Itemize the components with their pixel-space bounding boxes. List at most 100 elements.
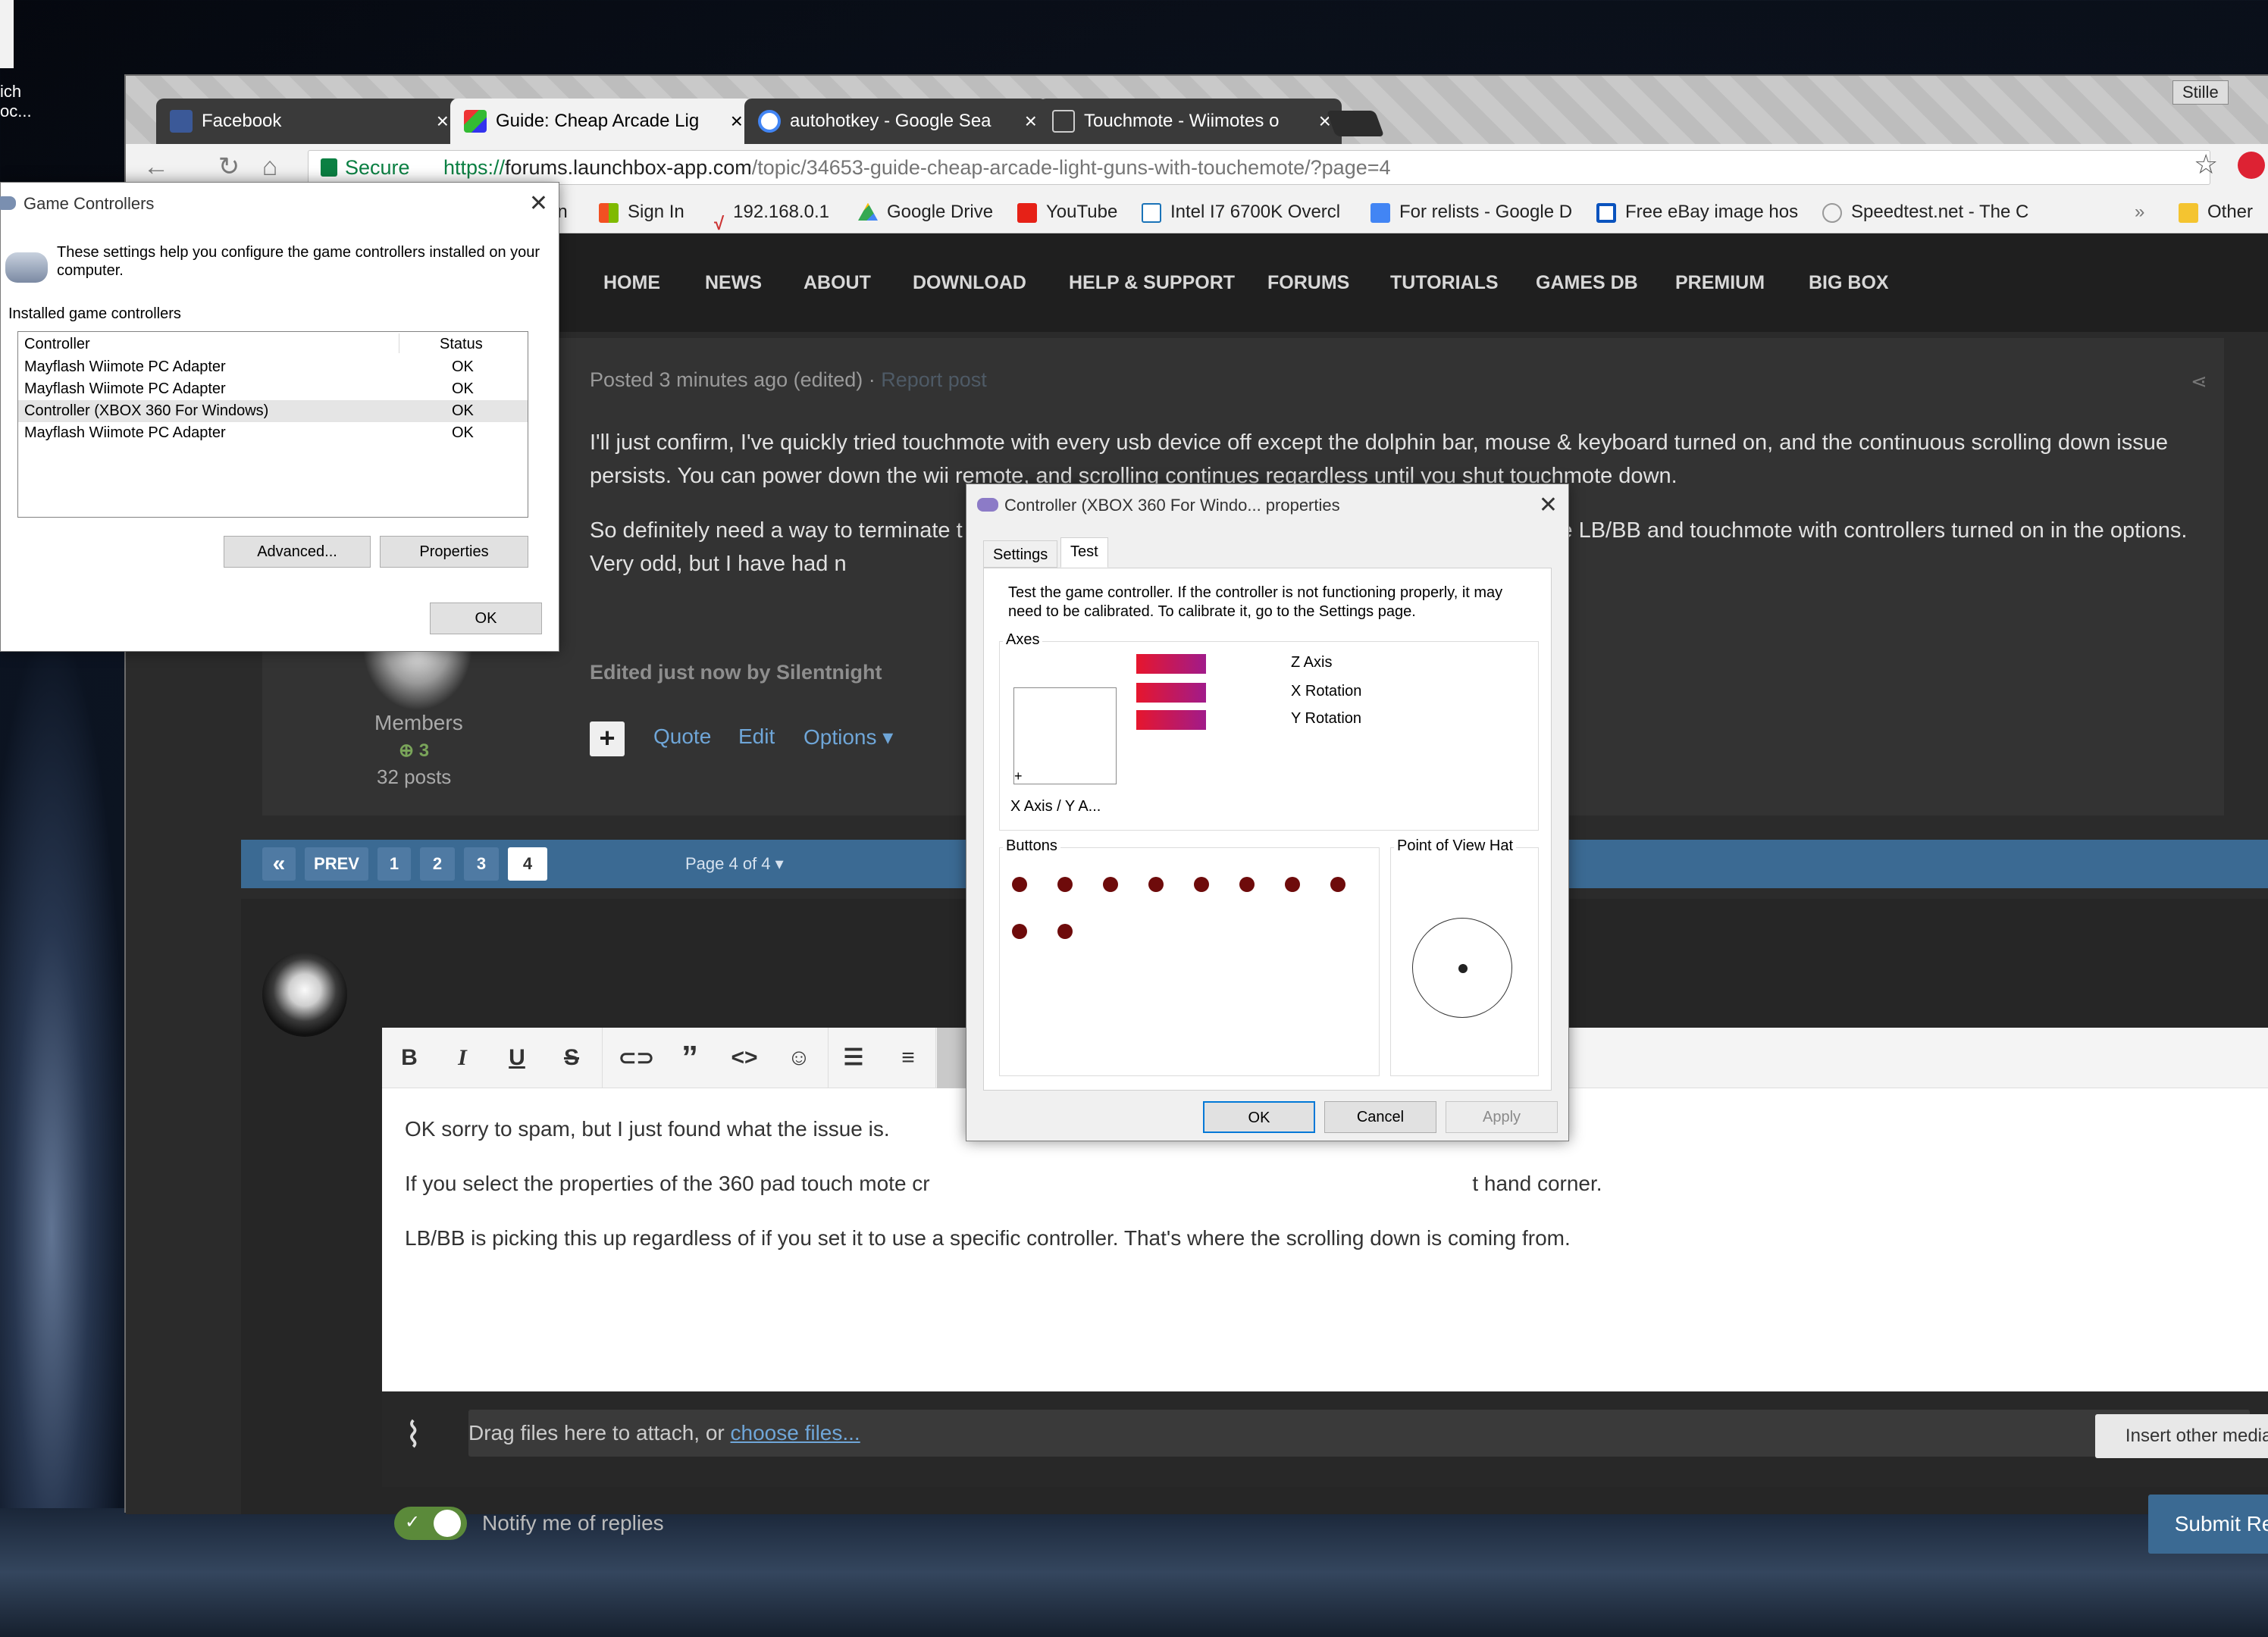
tab-facebook[interactable]: Facebook ×: [156, 99, 459, 144]
omnibox[interactable]: Secure https://forums.launchbox-app.com/…: [308, 150, 2210, 185]
list-header[interactable]: Controller Status: [18, 333, 528, 355]
back-arrow-icon[interactable]: ←: [141, 152, 171, 182]
nav-download[interactable]: DOWNLOAD: [913, 233, 1026, 332]
controllers-list[interactable]: Controller Status Mayflash Wiimote PC Ad…: [17, 331, 528, 518]
quote-icon[interactable]: ”: [673, 1041, 706, 1075]
page-2[interactable]: 2: [420, 847, 455, 881]
google-docs-icon: [1371, 202, 1390, 223]
edit-link[interactable]: Edit: [738, 725, 775, 749]
browser-titlebar: Facebook × Guide: Cheap Arcade Lig × aut…: [126, 76, 2268, 144]
bookmark-ebay-image[interactable]: Free eBay image hos: [1596, 191, 1798, 233]
bookmark-router[interactable]: √192.168.0.1: [714, 191, 829, 234]
bookmark-google-drive[interactable]: Google Drive: [858, 191, 993, 233]
insert-media-dropdown[interactable]: Insert other media ▾: [2095, 1414, 2268, 1458]
properties-button[interactable]: Properties: [380, 536, 528, 568]
bookmark-youtube[interactable]: YouTube: [1017, 191, 1117, 233]
tab-settings[interactable]: Settings: [983, 540, 1058, 568]
bookmark-star-icon[interactable]: ☆: [2194, 149, 2218, 180]
bookmark-intel[interactable]: Intel I7 6700K Overcl: [1142, 191, 1340, 233]
new-tab-button[interactable]: [1326, 111, 1385, 136]
emoji-icon[interactable]: ☺: [782, 1041, 816, 1075]
xy-axis-label: X Axis / Y A...: [1010, 798, 1101, 815]
youtube-icon: [1017, 202, 1037, 223]
reply-paragraph-2: If you select the properties of the 360 …: [405, 1172, 1602, 1195]
bookmarks-overflow-chevron[interactable]: »: [2135, 191, 2144, 233]
tab-test[interactable]: Test: [1060, 537, 1108, 568]
italic-icon[interactable]: I: [446, 1041, 479, 1075]
nav-news[interactable]: NEWS: [705, 233, 762, 332]
prev-page-button[interactable]: PREV: [305, 847, 368, 881]
bullet-list-icon[interactable]: ☰: [837, 1041, 870, 1075]
home-icon[interactable]: ⌂: [255, 152, 285, 182]
close-tab-icon[interactable]: ×: [1319, 99, 1331, 144]
choose-files-link[interactable]: choose files...: [731, 1421, 860, 1445]
ok-button[interactable]: OK: [1203, 1101, 1315, 1133]
close-tab-icon[interactable]: ×: [1025, 99, 1037, 144]
z-axis-label: Z Axis: [1291, 654, 1333, 671]
page-1[interactable]: 1: [377, 847, 411, 881]
profile-button[interactable]: Stille: [2172, 80, 2229, 105]
button-indicator: [1239, 877, 1255, 892]
reload-icon[interactable]: ↻: [214, 152, 244, 182]
microsoft-icon: [599, 202, 619, 223]
cancel-button[interactable]: Cancel: [1324, 1101, 1436, 1133]
bookmark-speedtest[interactable]: Speedtest.net - The C: [1822, 191, 2028, 233]
nav-big-box[interactable]: BIG BOX: [1809, 233, 1889, 332]
strikethrough-icon[interactable]: S: [555, 1041, 588, 1075]
gamepad-icon: [5, 252, 48, 283]
link-icon[interactable]: ⊂⊃: [619, 1041, 654, 1075]
options-dropdown[interactable]: Options ▾: [804, 725, 893, 750]
report-post-link[interactable]: Report post: [881, 368, 987, 391]
bookmark-relists[interactable]: For relists - Google D: [1371, 191, 1572, 233]
bold-icon[interactable]: B: [393, 1041, 426, 1075]
nav-home[interactable]: HOME: [603, 233, 660, 332]
check-icon: ✓: [405, 1512, 421, 1532]
nav-games-db[interactable]: GAMES DB: [1536, 233, 1638, 332]
game-controllers-dialog: Game Controllers ✕ These settings help y…: [0, 182, 559, 652]
page-3[interactable]: 3: [464, 847, 499, 881]
first-page-button[interactable]: «: [262, 847, 296, 881]
quote-link[interactable]: Quote: [653, 725, 711, 749]
list-item[interactable]: Mayflash Wiimote PC Adapter OK: [18, 422, 528, 444]
attachment-dropzone[interactable]: Drag files here to attach, or choose fil…: [468, 1410, 2250, 1457]
advanced-button[interactable]: Advanced...: [224, 536, 371, 568]
extension-icon[interactable]: [2238, 152, 2265, 179]
apply-button[interactable]: Apply: [1446, 1101, 1558, 1133]
list-item[interactable]: Mayflash Wiimote PC Adapter OK: [18, 378, 528, 400]
bookmark-other[interactable]: Other: [2179, 191, 2253, 233]
desktop-file-icon[interactable]: [0, 0, 14, 68]
submit-reply-button[interactable]: Submit Reply: [2148, 1495, 2268, 1554]
nav-help-support[interactable]: HELP & SUPPORT: [1069, 233, 1235, 332]
close-icon[interactable]: ✕: [1539, 484, 1558, 527]
list-item-selected[interactable]: Controller (XBOX 360 For Windows) OK: [18, 400, 528, 422]
document-icon: [1052, 110, 1075, 133]
ok-button[interactable]: OK: [430, 603, 542, 634]
tab-touchmote[interactable]: Touchmote - Wiimotes o ×: [1038, 99, 1342, 144]
close-tab-icon[interactable]: ×: [437, 99, 449, 144]
tab-google-search[interactable]: autohotkey - Google Sea ×: [744, 99, 1048, 144]
notify-toggle[interactable]: ✓: [394, 1507, 467, 1540]
button-indicator: [1285, 877, 1300, 892]
underline-icon[interactable]: U: [500, 1041, 534, 1075]
paperclip-icon: ⌇: [405, 1415, 422, 1454]
list-item[interactable]: Mayflash Wiimote PC Adapter OK: [18, 356, 528, 378]
page-jump-dropdown[interactable]: Page 4 of 4 ▾: [685, 840, 784, 888]
toggle-knob: [434, 1510, 461, 1537]
code-icon[interactable]: <>: [728, 1041, 761, 1075]
pov-center-dot: [1458, 964, 1468, 973]
nav-forums[interactable]: FORUMS: [1267, 233, 1349, 332]
nav-premium[interactable]: PREMIUM: [1675, 233, 1765, 332]
button-indicator: [1194, 877, 1209, 892]
numbered-list-icon[interactable]: ≡: [891, 1041, 925, 1075]
intel-icon: [1142, 202, 1161, 223]
multiquote-plus-button[interactable]: +: [590, 721, 625, 756]
page-4-current[interactable]: 4: [508, 847, 547, 881]
close-tab-icon[interactable]: ×: [731, 99, 743, 144]
button-indicator: [1057, 924, 1073, 939]
nav-tutorials[interactable]: TUTORIALS: [1390, 233, 1499, 332]
nav-about[interactable]: ABOUT: [804, 233, 871, 332]
close-icon[interactable]: ✕: [529, 183, 548, 225]
tab-launchbox-guide[interactable]: Guide: Cheap Arcade Lig ×: [450, 99, 753, 144]
bookmark-sign-in[interactable]: Sign In: [599, 191, 684, 233]
share-icon[interactable]: ⋖: [2191, 370, 2207, 393]
